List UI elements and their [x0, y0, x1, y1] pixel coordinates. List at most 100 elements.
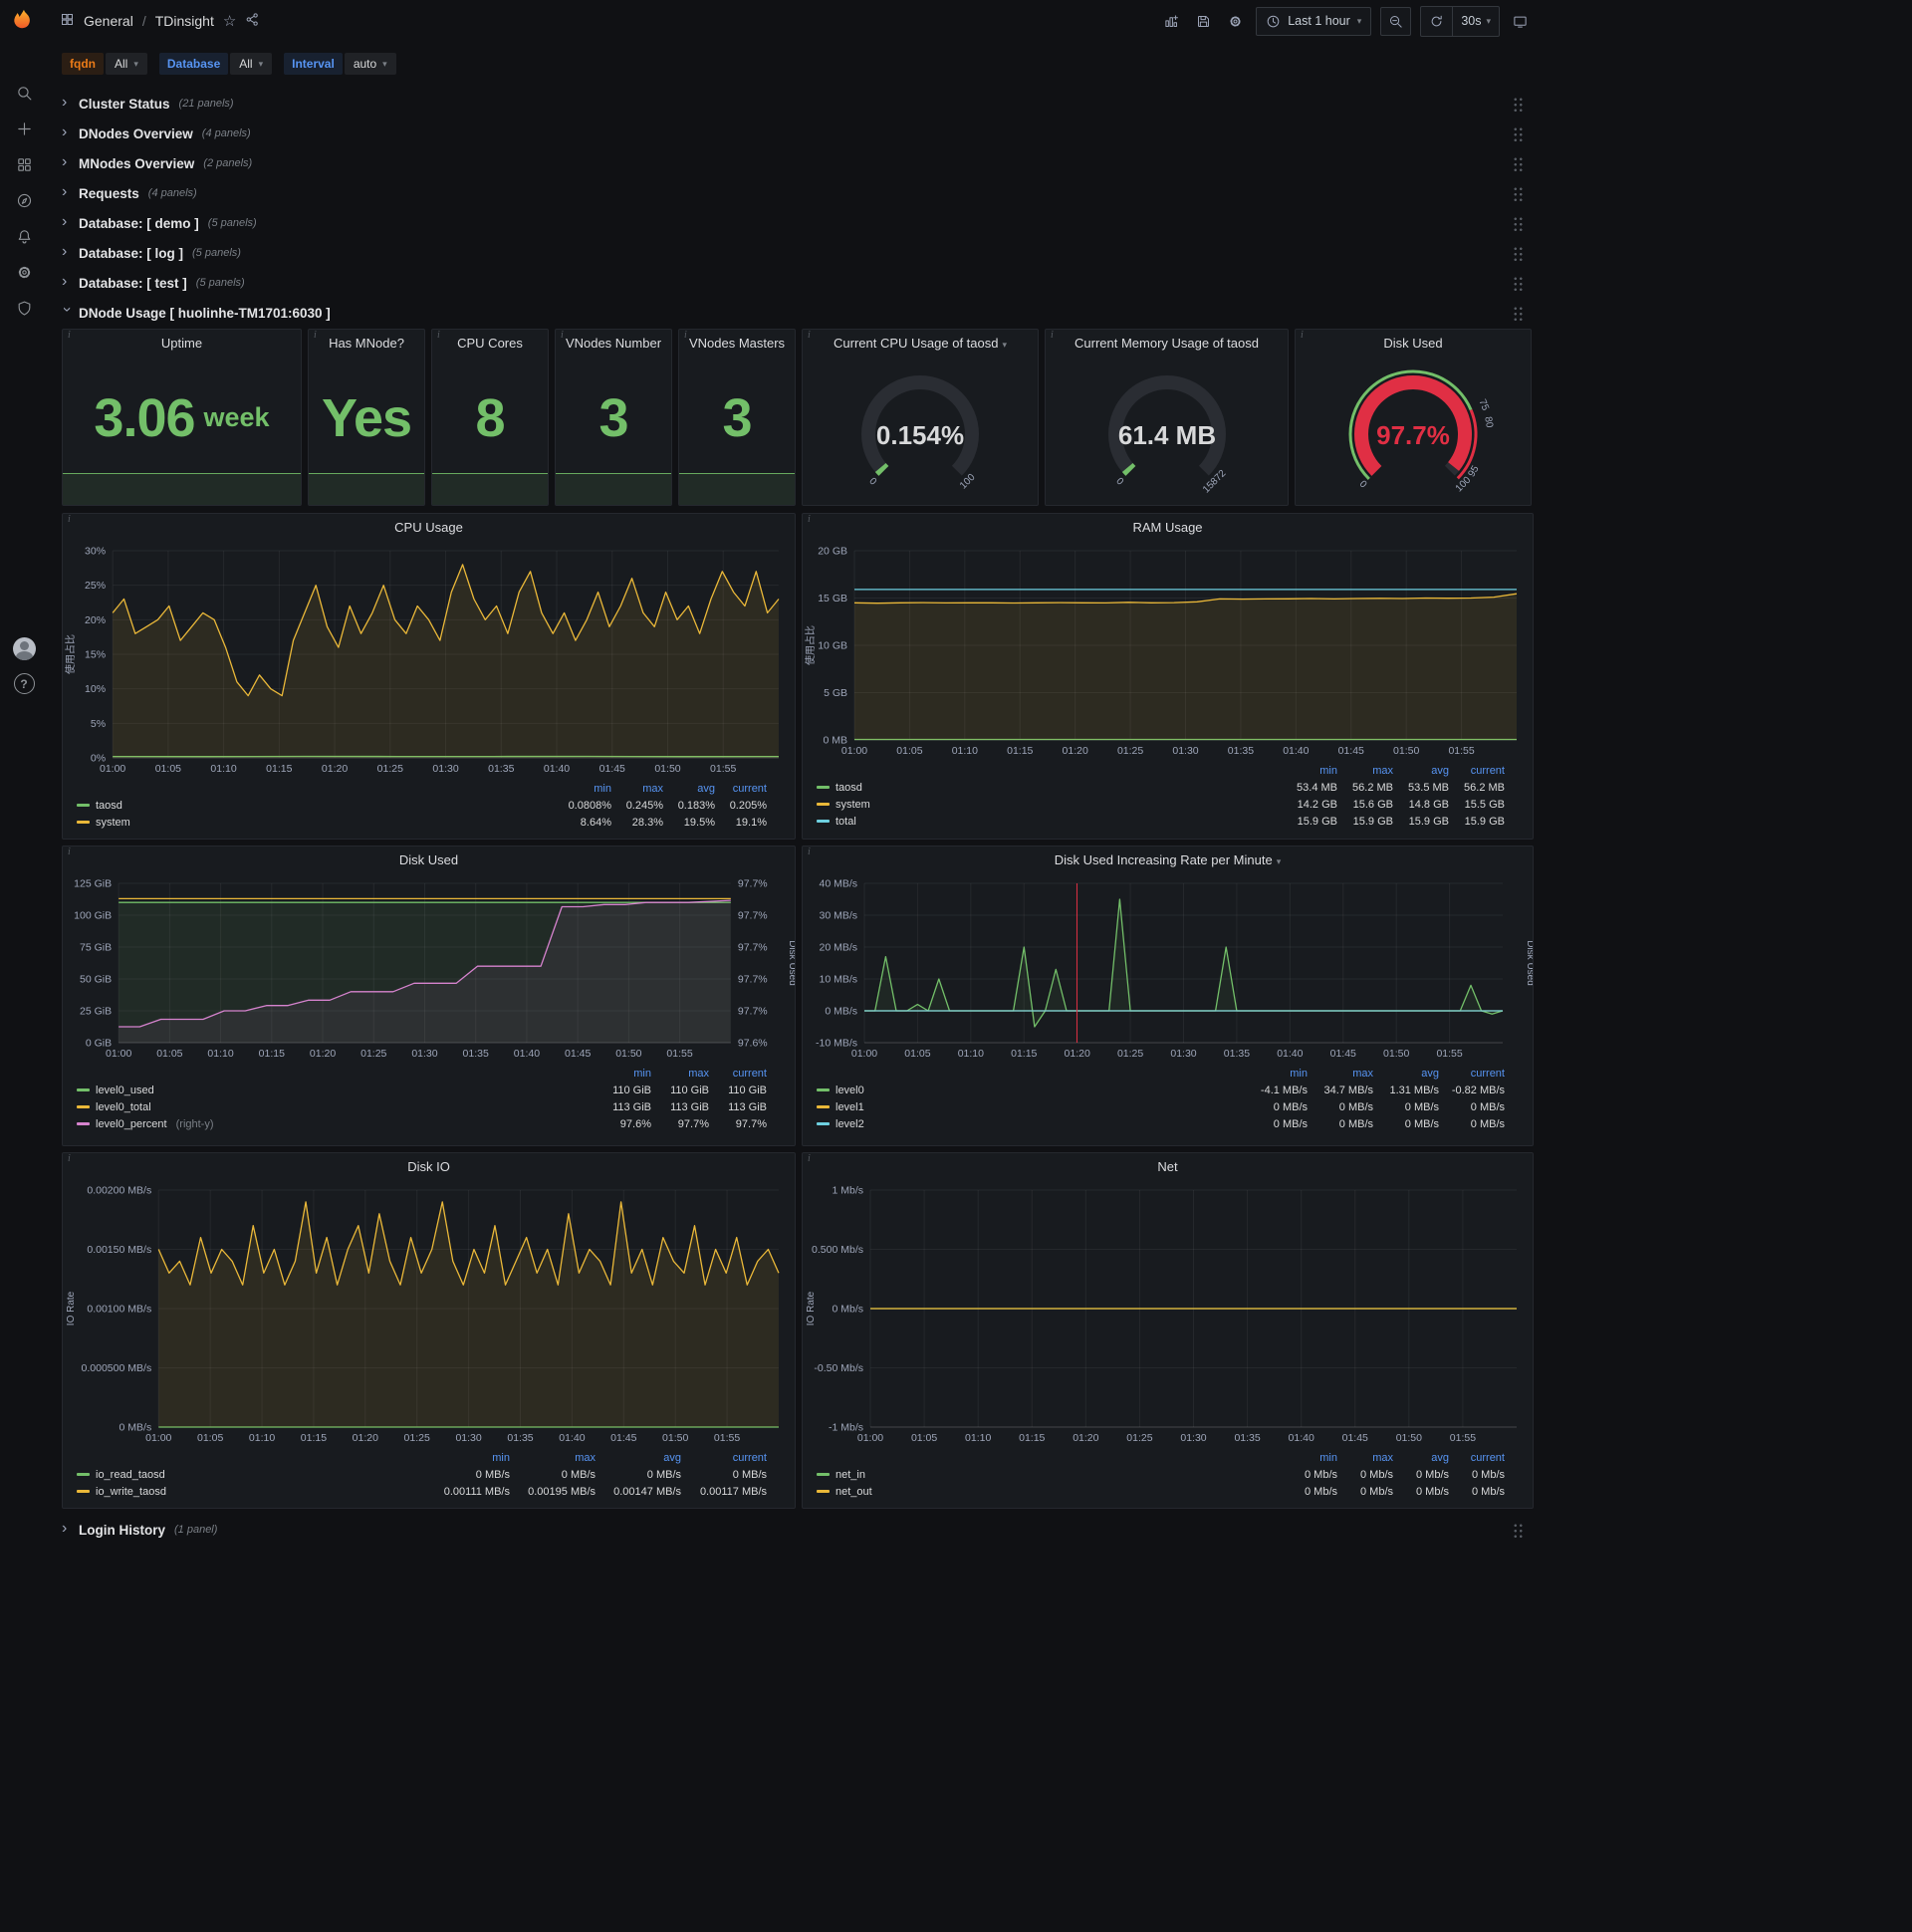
- legend-series-io_read_taosd[interactable]: io_read_taosd: [77, 1469, 424, 1481]
- dashboard-settings-button[interactable]: [1224, 12, 1247, 31]
- row-mnodes-overview[interactable]: › MNodes Overview (2 panels): [62, 149, 1534, 177]
- panel-title[interactable]: Current CPU Usage of taosd ▾: [803, 330, 1038, 357]
- legend-col-current[interactable]: current: [1449, 1452, 1505, 1464]
- legend-col-min[interactable]: min: [1282, 1452, 1337, 1464]
- legend-series-level2[interactable]: level2: [817, 1118, 1242, 1130]
- legend-col-max[interactable]: max: [1337, 1452, 1393, 1464]
- legend-col-current[interactable]: current: [715, 783, 767, 795]
- row-drag-handle-icon[interactable]: [1513, 125, 1524, 141]
- save-dashboard-button[interactable]: [1192, 12, 1215, 31]
- legend-col-avg[interactable]: avg: [1393, 1452, 1449, 1464]
- legend-col-avg[interactable]: avg: [1393, 765, 1449, 777]
- legend-col-min[interactable]: min: [1242, 1068, 1308, 1080]
- legend-col-current[interactable]: current: [1449, 765, 1505, 777]
- zoom-out-button[interactable]: [1380, 6, 1412, 36]
- legend-series-level0_percent[interactable]: level0_percent (right-y): [77, 1118, 594, 1130]
- panel-title[interactable]: VNodes Masters: [679, 330, 795, 357]
- row-drag-handle-icon[interactable]: [1513, 1522, 1524, 1538]
- variable-value-fqdn[interactable]: All ▾: [106, 53, 147, 75]
- chart-plot-disk_rate[interactable]: 01:00 01:05 01:10 01:15 01:20 01:25 01:30 01:35…: [803, 873, 1533, 1063]
- row-drag-handle-icon[interactable]: [1513, 155, 1524, 171]
- panel-title[interactable]: VNodes Number: [556, 330, 671, 357]
- panel-title[interactable]: CPU Usage: [63, 514, 795, 541]
- legend-series-net_in[interactable]: net_in: [817, 1469, 1282, 1481]
- legend-col-max[interactable]: max: [1337, 765, 1393, 777]
- variable-label-Database[interactable]: Database: [158, 53, 229, 75]
- legend-col-min[interactable]: min: [424, 1452, 510, 1464]
- row-dnode-usage[interactable]: › DNode Usage [ huolinhe-TM1701:6030 ]: [59, 299, 1534, 327]
- grafana-logo-icon[interactable]: [11, 8, 37, 39]
- row-drag-handle-icon[interactable]: [1513, 245, 1524, 261]
- breadcrumb-section[interactable]: General: [84, 13, 133, 29]
- legend-series-taosd[interactable]: taosd: [77, 800, 560, 812]
- legend-col-min[interactable]: min: [560, 783, 611, 795]
- legend-series-io_write_taosd[interactable]: io_write_taosd: [77, 1486, 424, 1498]
- chart-plot-disk_used[interactable]: 01:00 01:05 01:10 01:15 01:20 01:25 01:30 01:35…: [63, 873, 795, 1063]
- legend-col-avg[interactable]: avg: [1373, 1068, 1439, 1080]
- legend-series-level0_used[interactable]: level0_used: [77, 1085, 594, 1096]
- legend-col-avg[interactable]: avg: [596, 1452, 681, 1464]
- help-icon[interactable]: ?: [13, 673, 35, 694]
- row-cluster-status[interactable]: › Cluster Status (21 panels): [62, 90, 1534, 118]
- row-drag-handle-icon[interactable]: [1513, 215, 1524, 231]
- panel-title[interactable]: Net: [803, 1153, 1533, 1180]
- row-drag-handle-icon[interactable]: [1513, 305, 1524, 321]
- row-dnodes-overview[interactable]: › DNodes Overview (4 panels): [62, 120, 1534, 147]
- panel-title[interactable]: Disk Used: [63, 846, 795, 873]
- row-database-log-[interactable]: › Database: [ log ] (5 panels): [62, 239, 1534, 267]
- create-plus-icon[interactable]: [15, 120, 33, 137]
- star-dashboard-icon[interactable]: ☆: [223, 12, 236, 30]
- chart-plot-ram[interactable]: 01:00 01:05 01:10 01:15 01:20 01:25 01:30 01:35…: [803, 541, 1533, 760]
- row-drag-handle-icon[interactable]: [1513, 275, 1524, 291]
- refresh-interval-picker[interactable]: 30s ▾: [1452, 6, 1499, 36]
- panel-title[interactable]: Disk Used: [1296, 330, 1531, 357]
- panel-title[interactable]: Disk Used Increasing Rate per Minute ▾: [803, 846, 1533, 873]
- legend-col-min[interactable]: min: [1282, 765, 1337, 777]
- add-panel-button[interactable]: [1160, 12, 1183, 31]
- variable-value-Interval[interactable]: auto ▾: [344, 53, 396, 75]
- search-icon[interactable]: [15, 84, 33, 102]
- explore-compass-icon[interactable]: [15, 191, 33, 209]
- dashboards-grid-icon[interactable]: [15, 155, 33, 173]
- panel-title[interactable]: Disk IO: [63, 1153, 795, 1180]
- row-drag-handle-icon[interactable]: [1513, 185, 1524, 201]
- legend-col-current[interactable]: current: [709, 1068, 767, 1080]
- chart-plot-net[interactable]: 01:00 01:05 01:10 01:15 01:20 01:25 01:30 01:35…: [803, 1180, 1533, 1447]
- panel-title[interactable]: RAM Usage: [803, 514, 1533, 541]
- row-requests[interactable]: › Requests (4 panels): [62, 179, 1534, 207]
- variable-label-fqdn[interactable]: fqdn: [62, 53, 104, 75]
- legend-col-max[interactable]: max: [611, 783, 663, 795]
- legend-series-level0_total[interactable]: level0_total: [77, 1101, 594, 1113]
- panel-title[interactable]: Current Memory Usage of taosd: [1046, 330, 1288, 357]
- legend-col-current[interactable]: current: [1439, 1068, 1505, 1080]
- legend-series-system[interactable]: system: [817, 799, 1282, 811]
- chart-plot-disk_io[interactable]: 01:00 01:05 01:10 01:15 01:20 01:25 01:30 01:35…: [63, 1180, 795, 1447]
- user-avatar[interactable]: [12, 637, 36, 660]
- time-range-picker[interactable]: Last 1 hour ▾: [1256, 6, 1372, 36]
- tv-mode-button[interactable]: [1509, 12, 1532, 31]
- legend-col-current[interactable]: current: [681, 1452, 767, 1464]
- share-dashboard-icon[interactable]: [245, 12, 260, 30]
- legend-series-level0[interactable]: level0: [817, 1085, 1242, 1096]
- server-admin-shield-icon[interactable]: [15, 299, 33, 317]
- row-login-history[interactable]: › Login History (1 panel): [62, 1516, 1534, 1544]
- legend-series-level1[interactable]: level1: [817, 1101, 1242, 1113]
- variable-value-Database[interactable]: All ▾: [230, 53, 273, 75]
- panel-title[interactable]: CPU Cores: [432, 330, 548, 357]
- legend-col-max[interactable]: max: [1308, 1068, 1373, 1080]
- configuration-gear-icon[interactable]: [15, 263, 33, 281]
- chart-plot-cpu[interactable]: 01:00 01:05 01:10 01:15 01:20 01:25 01:30 01:35…: [63, 541, 795, 778]
- legend-series-system[interactable]: system: [77, 817, 560, 829]
- panel-title[interactable]: Has MNode?: [309, 330, 424, 357]
- legend-col-min[interactable]: min: [594, 1068, 651, 1080]
- legend-col-max[interactable]: max: [510, 1452, 596, 1464]
- legend-series-total[interactable]: total: [817, 816, 1282, 828]
- breadcrumb-title[interactable]: TDinsight: [155, 13, 214, 29]
- alerting-bell-icon[interactable]: [15, 227, 33, 245]
- legend-col-avg[interactable]: avg: [663, 783, 715, 795]
- row-drag-handle-icon[interactable]: [1513, 96, 1524, 112]
- panel-title[interactable]: Uptime: [63, 330, 301, 357]
- variable-label-Interval[interactable]: Interval: [284, 53, 343, 75]
- row-database-demo-[interactable]: › Database: [ demo ] (5 panels): [62, 209, 1534, 237]
- legend-series-taosd[interactable]: taosd: [817, 782, 1282, 794]
